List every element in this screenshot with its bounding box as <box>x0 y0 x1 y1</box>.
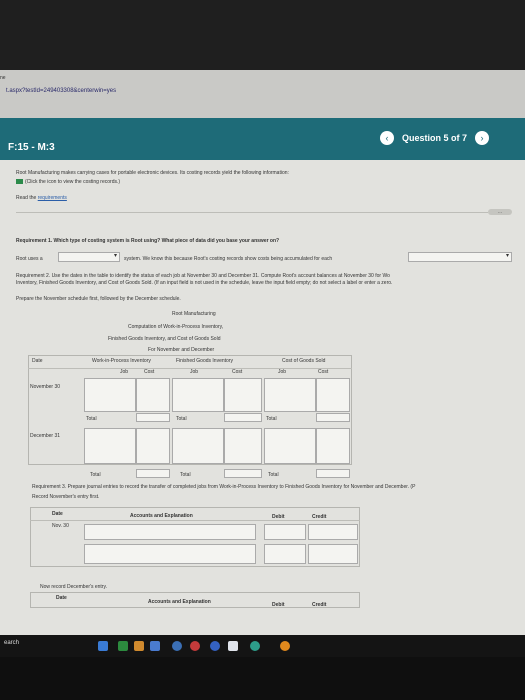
journal-debit-header: Debit <box>272 514 285 520</box>
dec-fg-total-label: Total <box>180 472 191 478</box>
dec-cogs-total-label: Total <box>268 472 279 478</box>
prepare-instruction: Prepare the November schedule first, fol… <box>16 296 181 302</box>
requirement-1-text: Requirement 1. Which type of costing sys… <box>16 238 280 244</box>
monitor-bottom <box>0 657 525 700</box>
read-requirements: Read the requirements <box>16 195 67 201</box>
fg-job-header: Job <box>190 369 199 375</box>
nov-journal-credit-input-1[interactable] <box>308 524 358 540</box>
nov-fg-job-input[interactable] <box>172 378 224 412</box>
journal-nov-date: Nov. 30 <box>52 523 69 529</box>
requirements-link[interactable]: requirements <box>38 195 67 201</box>
settings-icon[interactable] <box>228 641 238 651</box>
wip-job-header: Job <box>120 369 129 375</box>
question-counter: Question 5 of 7 <box>402 133 468 143</box>
browser-address-bar[interactable] <box>0 70 525 120</box>
dec-fg-total-input[interactable] <box>224 469 262 478</box>
media-icon[interactable] <box>190 641 200 651</box>
dec-journal-date-header: Date <box>56 595 67 601</box>
col-fg: Finished Goods Inventory <box>176 358 233 364</box>
chrome-icon[interactable] <box>210 641 220 651</box>
journal-accounts-header: Accounts and Explanation <box>130 513 193 519</box>
col-date: Date <box>32 358 43 364</box>
dec-wip-cost-input[interactable] <box>136 428 170 464</box>
costing-records-link[interactable]: (Click the icon to view the costing reco… <box>16 179 120 185</box>
table-icon[interactable] <box>16 179 23 185</box>
nov-wip-total-label: Total <box>86 416 97 422</box>
windows-taskbar <box>0 635 525 657</box>
nov-journal-account-input-1[interactable] <box>84 524 256 540</box>
nov-wip-total-input[interactable] <box>136 413 170 422</box>
dec-fg-cost-input[interactable] <box>224 428 262 464</box>
fg-cost-header: Cost <box>232 369 243 375</box>
nov-journal-debit-input-2[interactable] <box>264 544 306 564</box>
dec-cogs-job-input[interactable] <box>264 428 316 464</box>
nov-fg-total-label: Total <box>176 416 187 422</box>
question-navigation: ‹ Question 5 of 7 › <box>380 130 490 146</box>
requirement-2-line2: Inventory, Finished Goods Inventory, and… <box>16 280 393 286</box>
december-entry-prompt: Now record December's entry. <box>40 584 107 590</box>
nov-journal-credit-input-2[interactable] <box>308 544 358 564</box>
wip-cost-header: Cost <box>144 369 155 375</box>
nov-fg-total-input[interactable] <box>224 413 262 422</box>
firefox-icon[interactable] <box>280 641 290 651</box>
taskbar-search[interactable]: earch <box>4 640 19 646</box>
nov-cogs-job-input[interactable] <box>264 378 316 412</box>
browser-url[interactable]: t.aspx?testId=249403308&centerwin=yes <box>6 88 116 94</box>
nov-cogs-total-label: Total <box>266 416 277 422</box>
dec-fg-job-input[interactable] <box>172 428 224 464</box>
col-cogs: Cost of Goods Sold <box>282 358 326 364</box>
november-label: November 30 <box>30 384 61 390</box>
journal-date-header: Date <box>52 511 63 517</box>
december-label: December 31 <box>30 433 61 439</box>
dec-journal-debit-header: Debit <box>272 602 285 608</box>
requirement-3-line2: Record November's entry first. <box>32 494 100 500</box>
intro-text: Root Manufacturing makes carrying cases … <box>16 170 289 176</box>
journal-credit-header: Credit <box>312 514 327 520</box>
read-label: Read the <box>16 195 38 201</box>
excel-icon[interactable] <box>118 641 128 651</box>
schedule-title-4: For November and December <box>148 347 215 353</box>
accumulated-for-select[interactable] <box>408 252 512 262</box>
nov-wip-job-input[interactable] <box>84 378 136 412</box>
costing-records-link-text: (Click the icon to view the costing reco… <box>25 179 121 185</box>
nov-cogs-cost-input[interactable] <box>316 378 350 412</box>
dec-cogs-total-input[interactable] <box>316 469 350 478</box>
divider <box>16 212 488 213</box>
journal-header-rule <box>30 520 360 521</box>
next-question-button[interactable]: › <box>475 131 490 145</box>
requirement-2-line1: Requirement 2. Use the dates in the tabl… <box>16 273 390 279</box>
schedule-title-3: Finished Goods Inventory, and Cost of Go… <box>108 336 221 342</box>
req1-prefix: Root uses a <box>16 256 43 262</box>
nov-wip-cost-input[interactable] <box>136 378 170 412</box>
previous-question-button[interactable]: ‹ <box>380 131 394 145</box>
schedule-title-1: Root Manufacturing <box>172 311 216 317</box>
costing-system-select[interactable] <box>58 252 120 262</box>
requirement-3-line1: Requirement 3. Prepare journal entries t… <box>32 484 416 490</box>
dec-wip-job-input[interactable] <box>84 428 136 464</box>
cogs-job-header: Job <box>278 369 287 375</box>
req1-mid: system. We know this because Root's cost… <box>124 256 333 262</box>
nov-cogs-total-input[interactable] <box>316 413 350 422</box>
dec-journal-credit-header: Credit <box>312 602 327 608</box>
edge-icon[interactable] <box>172 641 182 651</box>
browser-corner-label: ne <box>0 75 6 81</box>
dec-wip-total-label: Total <box>90 472 101 478</box>
col-wip: Work-in-Process Inventory <box>92 358 151 364</box>
app-icon[interactable] <box>134 641 144 651</box>
nov-journal-account-input-2[interactable] <box>84 544 256 564</box>
schedule-title-2: Computation of Work-in-Process Inventory… <box>128 324 224 330</box>
file-explorer-icon[interactable] <box>98 641 108 651</box>
dec-cogs-cost-input[interactable] <box>316 428 350 464</box>
nov-fg-cost-input[interactable] <box>224 378 262 412</box>
dec-wip-total-input[interactable] <box>136 469 170 478</box>
spotify-icon[interactable] <box>250 641 260 651</box>
cogs-cost-header: Cost <box>318 369 329 375</box>
dec-journal-accounts-header: Accounts and Explanation <box>148 599 211 605</box>
assignment-title: F:15 - M:3 <box>8 142 55 153</box>
more-button[interactable]: ... <box>488 209 512 215</box>
nov-journal-debit-input-1[interactable] <box>264 524 306 540</box>
store-icon[interactable] <box>150 641 160 651</box>
